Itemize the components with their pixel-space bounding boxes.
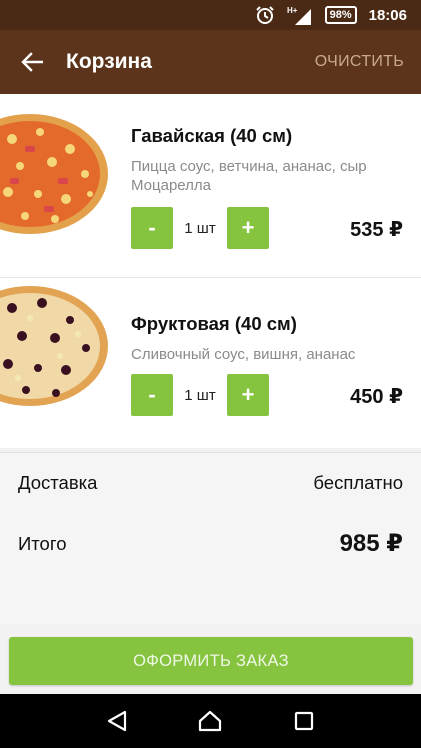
item-title: Гавайская (40 см) (131, 125, 293, 146)
pizza-image-fruit (0, 278, 112, 448)
system-nav-bar (0, 694, 421, 748)
order-summary: Доставка бесплатно Итого 985 ₽ (0, 452, 421, 624)
total-value: 985 ₽ (339, 530, 403, 557)
delivery-label: Доставка (18, 472, 98, 493)
cart-item: Фруктовая (40 см) Сливочный соус, вишня,… (0, 278, 421, 448)
checkout-footer: ОФОРМИТЬ ЗАКАЗ (0, 624, 421, 694)
decrease-quantity-button[interactable]: - (131, 374, 173, 416)
increase-quantity-button[interactable]: + (227, 207, 269, 249)
item-price: 535 ₽ (350, 219, 403, 241)
item-title: Фруктовая (40 см) (131, 313, 297, 334)
triangle-back-icon (107, 710, 126, 732)
nav-recents-button[interactable] (284, 701, 324, 741)
app-bar: Корзина ОЧИСТИТЬ (0, 30, 421, 94)
network-type-label: H+ (287, 6, 298, 15)
item-description: Сливочный соус, вишня, ананас (131, 346, 356, 363)
decrease-quantity-button[interactable]: - (131, 207, 173, 249)
square-recents-icon (295, 711, 314, 731)
cart-item: Гавайская (40 см) Пицца соус, ветчина, а… (0, 94, 421, 278)
item-description: Пицца соус, ветчина, ананас, сыр Моцарел… (131, 158, 367, 194)
total-label: Итого (18, 533, 67, 554)
battery-indicator: 98% (324, 6, 357, 24)
item-price: 450 ₽ (350, 386, 403, 408)
cart-list: Гавайская (40 см) Пицца соус, ветчина, а… (0, 94, 421, 448)
nav-back-button[interactable] (97, 701, 137, 741)
alarm-clock-icon (255, 5, 275, 25)
back-button[interactable] (0, 30, 64, 94)
status-bar: H+ 98% 18:06 (0, 0, 421, 30)
checkout-button[interactable]: ОФОРМИТЬ ЗАКАЗ (9, 637, 413, 685)
home-icon (199, 710, 222, 732)
item-quantity: 1 шт (184, 220, 216, 237)
page-title: Корзина (66, 50, 152, 73)
arrow-left-icon (21, 52, 43, 72)
signal-icon: H+ (287, 5, 313, 25)
clear-cart-button[interactable]: ОЧИСТИТЬ (298, 53, 421, 71)
status-time: 18:06 (368, 6, 407, 24)
item-quantity: 1 шт (184, 387, 216, 404)
pizza-image-hawaiian (0, 94, 112, 278)
increase-quantity-button[interactable]: + (227, 374, 269, 416)
delivery-value: бесплатно (313, 472, 403, 493)
nav-home-button[interactable] (190, 701, 230, 741)
